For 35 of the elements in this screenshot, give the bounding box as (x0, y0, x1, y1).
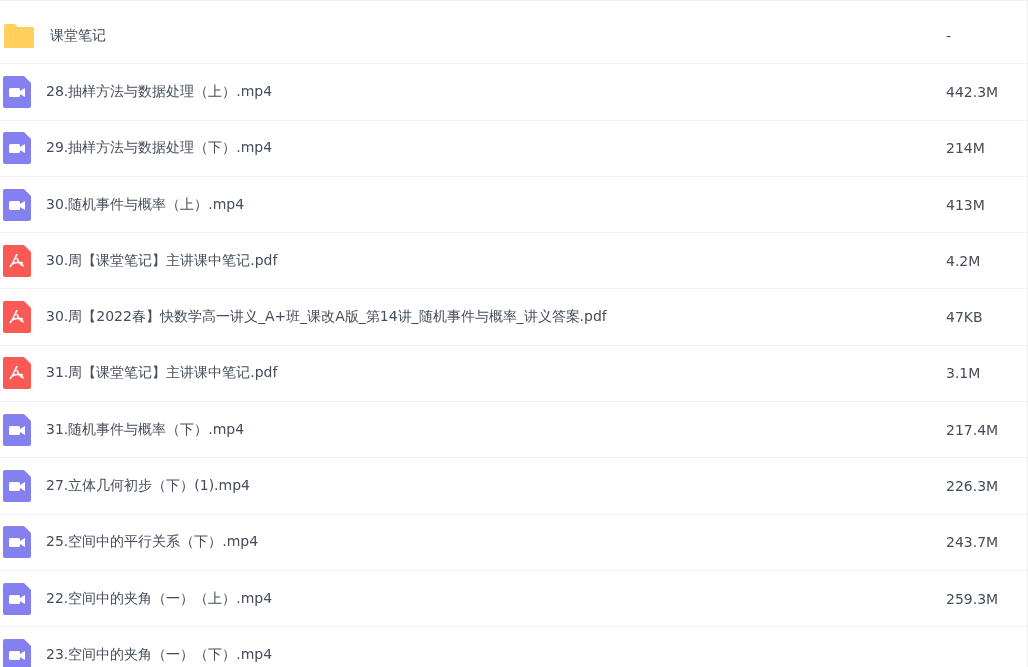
file-name[interactable]: 31.随机事件与概率（下）.mp4 (46, 420, 946, 439)
pdf-file-icon (3, 301, 31, 334)
pdf-file-icon (3, 244, 31, 277)
video-file-icon (3, 188, 31, 221)
file-size: - (946, 27, 953, 44)
file-name[interactable]: 31.周【课堂笔记】主讲课中笔记.pdf (46, 364, 946, 383)
folder-icon (3, 22, 35, 49)
file-size: 259.3M (946, 590, 1000, 607)
file-name[interactable]: 30.周【课堂笔记】主讲课中笔记.pdf (46, 251, 946, 270)
video-file-icon (3, 132, 31, 165)
file-name[interactable]: 28.抽样方法与数据处理（上）.mp4 (46, 82, 946, 101)
file-size: 217.4M (946, 421, 1000, 438)
video-file-icon (3, 470, 31, 502)
video-file-icon (3, 413, 31, 446)
pdf-file-icon (3, 357, 31, 390)
file-size: 47KB (946, 309, 984, 326)
file-size: 214M (946, 140, 986, 157)
file-name[interactable]: 22.空间中的夹角（一）（上）.mp4 (46, 589, 946, 608)
file-name[interactable]: 30.随机事件与概率（上）.mp4 (46, 195, 946, 214)
video-file-icon (3, 638, 31, 667)
file-name[interactable]: 25.空间中的平行关系（下）.mp4 (46, 533, 946, 552)
file-size: 3.1M (946, 365, 982, 382)
video-file-icon (3, 526, 31, 559)
video-file-icon (3, 75, 31, 108)
file-name[interactable]: 27.立体几何初步（下）(1).mp4 (46, 477, 946, 495)
file-name[interactable]: 30.周【2022春】快数学高一讲义_A+班_课改A版_第14讲_随机事件与概率_讲义答案.pdf (46, 308, 946, 327)
file-size: 243.7M (946, 534, 1000, 551)
file-size: 413M (946, 196, 986, 213)
file-size: 4.2M (946, 252, 982, 269)
file-size: 226.3M (946, 478, 1000, 494)
video-file-icon (3, 582, 31, 615)
file-name[interactable]: 23.空间中的夹角（一）（下）.mp4 (46, 645, 1027, 664)
file-name[interactable]: 29.抽样方法与数据处理（下）.mp4 (46, 139, 946, 158)
file-name[interactable]: 课堂笔记 (50, 26, 946, 45)
file-size: 442.3M (946, 83, 1000, 100)
